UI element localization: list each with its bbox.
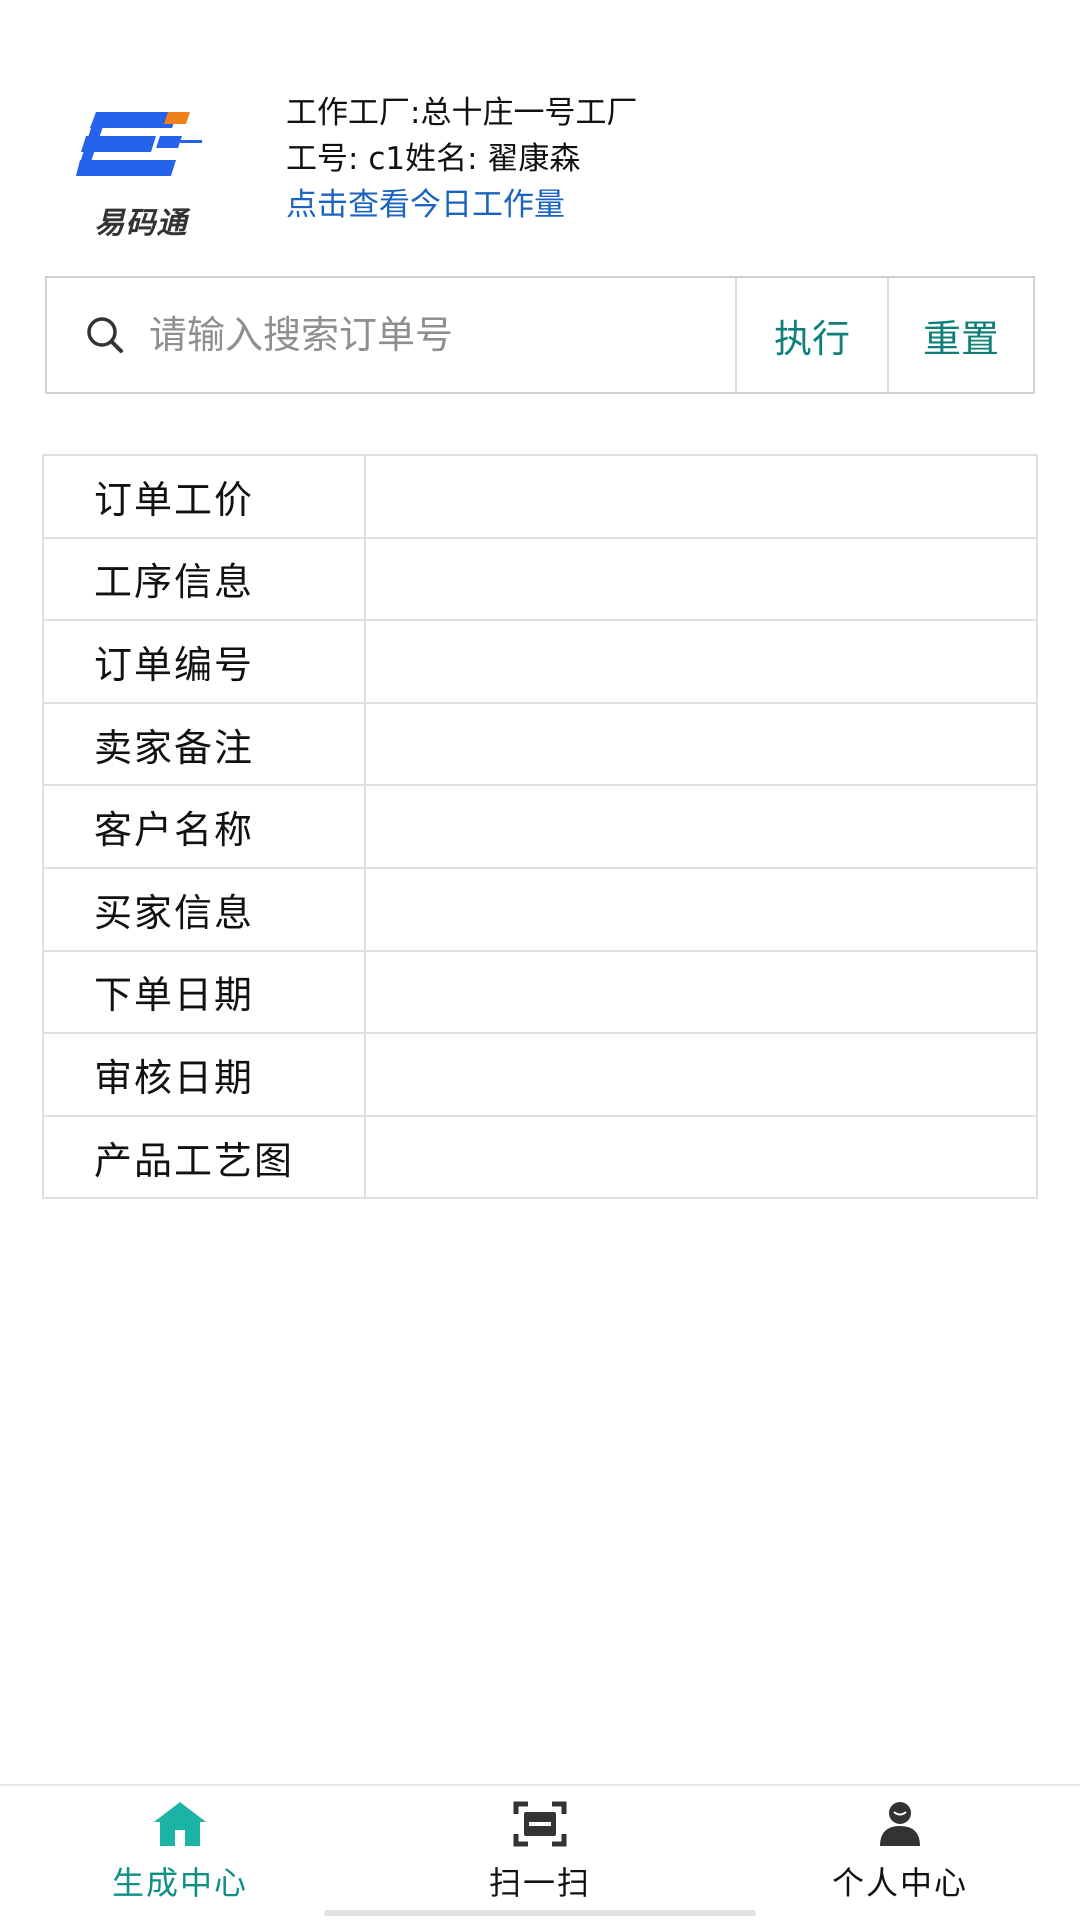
table-row: 客户名称 — [42, 784, 1038, 869]
execute-button[interactable]: 执行 — [737, 278, 889, 392]
table-row: 下单日期 — [42, 949, 1038, 1035]
row-value — [364, 454, 1038, 539]
home-indicator — [324, 1910, 756, 1916]
search-input[interactable] — [149, 313, 689, 357]
row-label: 审核日期 — [42, 1032, 366, 1117]
worker-name-label: 姓名: — [405, 141, 488, 177]
row-value — [364, 866, 1038, 952]
row-label: 产品工艺图 — [42, 1114, 366, 1200]
worker-id-value: c1 — [368, 141, 406, 177]
search-bar: 执行 重置 — [45, 276, 1035, 394]
reset-button[interactable]: 重置 — [889, 278, 1033, 392]
worker-info: 工作工厂:总十庄一号工厂 工号: c1姓名: 翟康森 点击查看今日工作量 — [286, 90, 986, 228]
table-row: 订单编号 — [42, 619, 1038, 704]
table-row: 产品工艺图 — [42, 1114, 1038, 1200]
header: 易码通 工作工厂:总十庄一号工厂 工号: c1姓名: 翟康森 点击查看今日工作量 — [0, 90, 1080, 241]
scan-icon — [513, 1801, 567, 1847]
table-row: 订单工价 — [42, 454, 1038, 539]
row-label: 买家信息 — [42, 866, 366, 952]
order-info-table: 订单工价 工序信息 订单编号 卖家备注 客户名称 买家信息 下单日期 审核日期 产品工艺图 — [42, 454, 1038, 1200]
home-icon — [154, 1802, 206, 1846]
row-value — [364, 701, 1038, 787]
nav-item-scan[interactable]: 扫一扫 — [360, 1786, 720, 1920]
nav-label: 扫一扫 — [488, 1864, 591, 1902]
order-query-page: 易码通 工作工厂:总十庄一号工厂 工号: c1姓名: 翟康森 点击查看今日工作量… — [0, 0, 1080, 1920]
table-row: 买家信息 — [42, 866, 1038, 952]
row-label: 客户名称 — [42, 784, 366, 869]
row-value — [364, 949, 1038, 1035]
row-value — [364, 1114, 1038, 1200]
worker-id-label: 工号: — [286, 141, 369, 177]
table-row: 卖家备注 — [42, 701, 1038, 787]
logo-mark-icon — [76, 112, 202, 176]
row-value — [364, 619, 1038, 704]
table-row: 工序信息 — [42, 536, 1038, 622]
row-label: 下单日期 — [42, 949, 366, 1035]
row-label: 卖家备注 — [42, 701, 366, 787]
row-value — [364, 536, 1038, 622]
worker-name-value: 翟康森 — [487, 141, 581, 177]
today-workload-link[interactable]: 点击查看今日工作量 — [286, 182, 986, 228]
row-value — [364, 784, 1038, 869]
row-label: 订单编号 — [42, 619, 366, 704]
user-icon — [880, 1802, 920, 1846]
logo-text: 易码通 — [94, 206, 188, 241]
nav-label: 生成中心 — [111, 1864, 248, 1902]
worker-id-line: 工号: c1姓名: 翟康森 — [286, 136, 986, 182]
search-field-wrap — [47, 278, 737, 392]
search-icon — [87, 317, 123, 353]
factory-line: 工作工厂:总十庄一号工厂 — [286, 95, 638, 131]
row-value — [364, 1032, 1038, 1117]
table-row: 审核日期 — [42, 1032, 1038, 1117]
nav-label: 个人中心 — [831, 1864, 968, 1902]
nav-item-generate-center[interactable]: 生成中心 — [0, 1786, 360, 1920]
nav-item-personal-center[interactable]: 个人中心 — [720, 1786, 1080, 1920]
row-label: 工序信息 — [42, 536, 366, 622]
app-logo: 易码通 — [76, 98, 206, 241]
row-label: 订单工价 — [42, 454, 366, 539]
bottom-nav: 生成中心 扫一扫 个人中心 — [0, 1784, 1080, 1920]
